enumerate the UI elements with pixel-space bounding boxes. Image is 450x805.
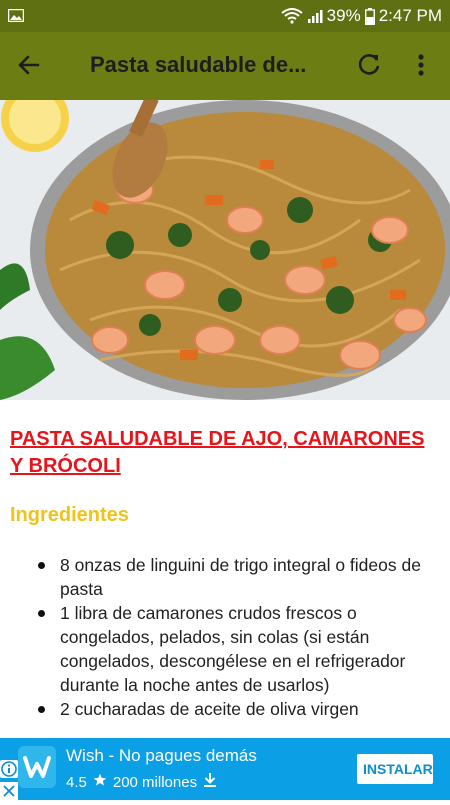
close-icon[interactable] xyxy=(0,782,18,800)
more-vert-icon[interactable] xyxy=(412,52,430,80)
refresh-icon[interactable] xyxy=(356,52,384,80)
battery-percent: 39% xyxy=(326,6,361,25)
app-bar: Pasta saludable de... xyxy=(0,32,450,100)
recipe-photo xyxy=(0,100,450,400)
wish-logo-icon xyxy=(18,742,56,792)
ad-downloads: 200 millones xyxy=(112,773,198,791)
star-icon xyxy=(93,773,107,791)
list-item: 8 onzas de linguini de trigo integral o … xyxy=(38,553,430,601)
page-title: Pasta saludable de... xyxy=(90,52,307,77)
battery-icon xyxy=(364,7,375,25)
ad-rating: 4.5 xyxy=(66,773,87,791)
recipe-content: PASTA SALUDABLE DE AJO, CAMARONES Y BRÓC… xyxy=(0,400,450,738)
list-item: 1 libra de camarones crudos frescos o co… xyxy=(38,601,430,697)
install-button[interactable]: INSTALAR xyxy=(357,754,433,784)
clock: 2:47 PM xyxy=(378,6,442,25)
gallery-icon xyxy=(8,9,24,22)
recipe-title[interactable]: PASTA SALUDABLE DE AJO, CAMARONES Y BRÓC… xyxy=(10,426,430,480)
download-icon xyxy=(203,772,217,792)
signal-icon xyxy=(307,8,323,24)
status-bar: 39% 2:47 PM xyxy=(0,0,450,32)
ad-app-name: Wish - No pagues demás xyxy=(66,746,257,765)
wifi-icon xyxy=(281,8,303,24)
info-icon[interactable] xyxy=(0,760,18,778)
back-arrow-icon[interactable] xyxy=(16,52,52,80)
list-item: 2 cucharadas de aceite de oliva virgen xyxy=(38,697,430,721)
ingredients-list: 8 onzas de linguini de trigo integral o … xyxy=(38,553,430,721)
ingredients-heading: Ingredientes xyxy=(10,504,129,526)
ad-banner[interactable]: Wish - No pagues demás 4.5 200 millones … xyxy=(0,738,450,800)
ad-meta: 4.5 200 millones xyxy=(66,772,217,792)
